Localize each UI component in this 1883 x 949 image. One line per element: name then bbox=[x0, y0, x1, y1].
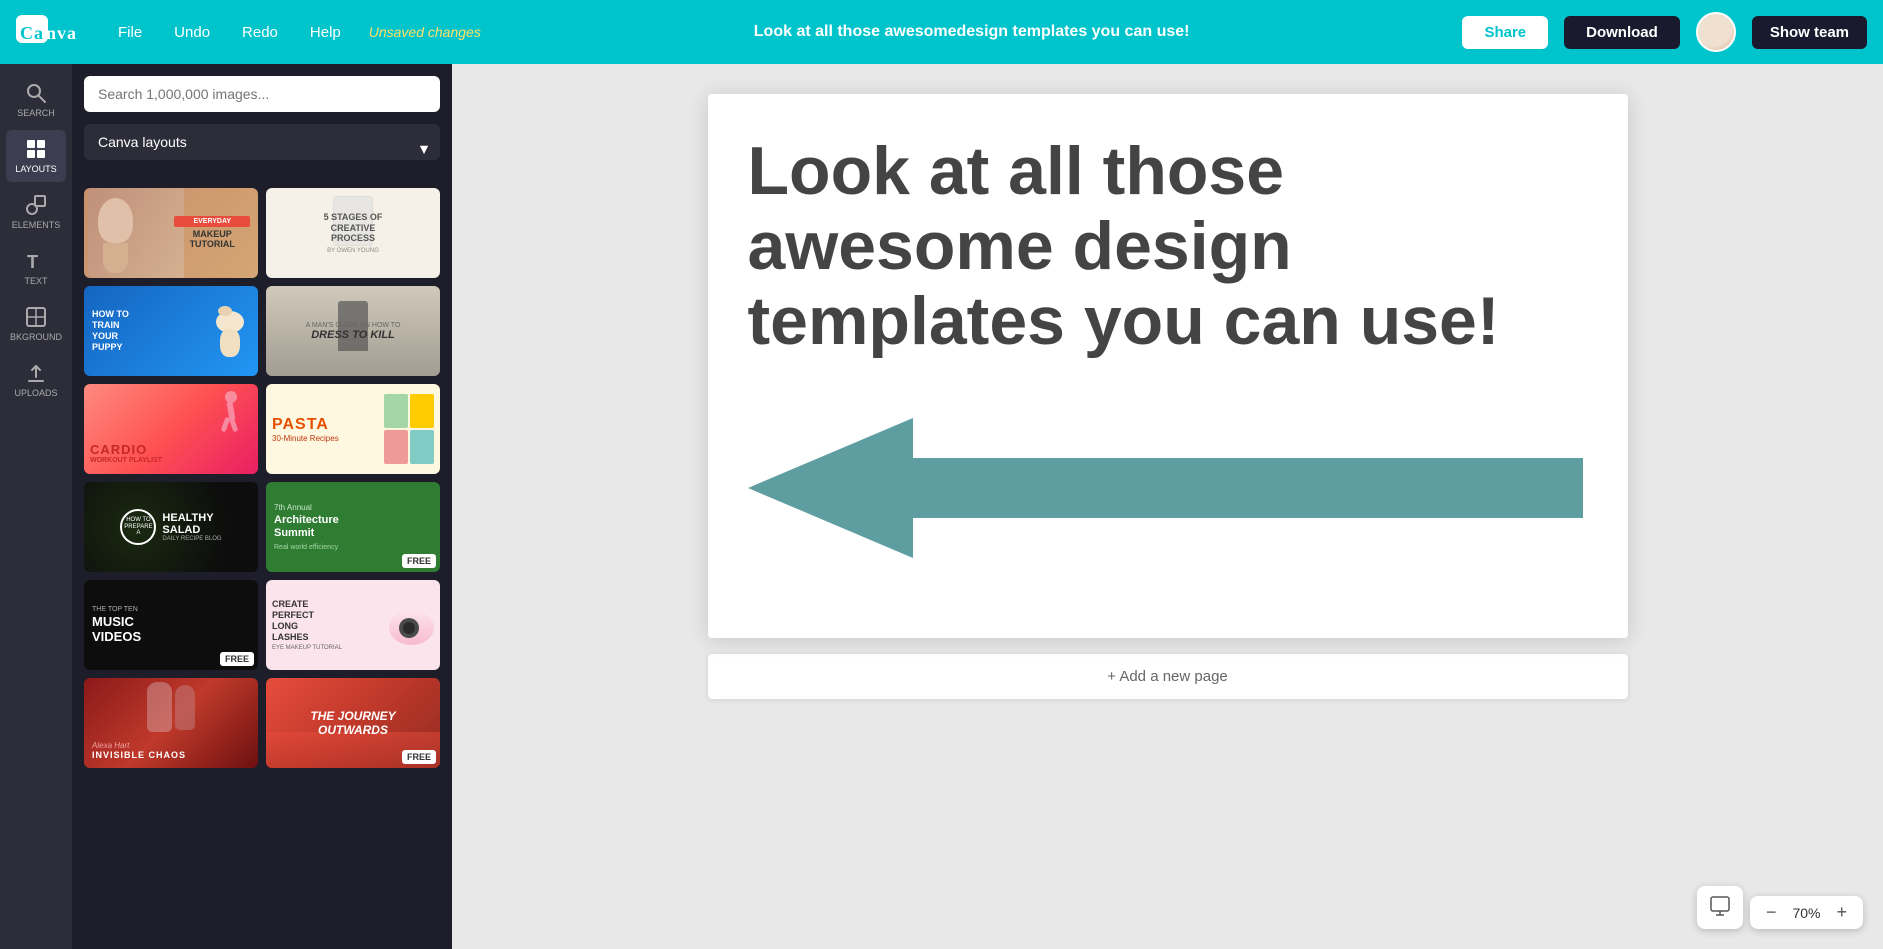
template-card-creative[interactable]: 5 STAGES OFCREATIVEPROCESS BY OWEN YOUNG bbox=[266, 188, 440, 278]
sidebar-item-uploads[interactable]: UPLOADS bbox=[6, 354, 66, 406]
sidebar-item-layouts[interactable]: LAYOUTS bbox=[6, 130, 66, 182]
template-card-makeup[interactable]: EVERYDAY MAKEUPTUTORIAL bbox=[84, 188, 258, 278]
layout-dropdown[interactable]: Canva layouts bbox=[84, 124, 440, 160]
download-button[interactable]: Download bbox=[1564, 16, 1680, 49]
topbar: Ca nva File Undo Redo Help Unsaved chang… bbox=[0, 0, 1883, 64]
present-icon[interactable] bbox=[1697, 886, 1743, 929]
zoom-level-display: 70% bbox=[1786, 905, 1826, 921]
template-card-puppy[interactable]: HOW TOTRAINYOURPUPPY bbox=[84, 286, 258, 376]
template-card-salad[interactable]: HOW TOPREPARE A HEALTHYSALAD DAILY RECIP… bbox=[84, 482, 258, 572]
template-card-pasta[interactable]: PASTA 30-Minute Recipes bbox=[266, 384, 440, 474]
template-card-arch[interactable]: 7th Annual ArchitectureSummit Real world… bbox=[266, 482, 440, 572]
sidebar-item-background[interactable]: BKGROUND bbox=[6, 298, 66, 350]
unsaved-changes-label: Unsaved changes bbox=[369, 24, 481, 40]
layout-dropdown-wrapper: Canva layouts ▾ bbox=[84, 124, 440, 174]
template-card-lashes[interactable]: CREATEPERFECTLONGLASHES EYE MAKEUP TUTOR… bbox=[266, 580, 440, 670]
help-button[interactable]: Help bbox=[302, 20, 349, 45]
add-page-button[interactable]: + Add a new page bbox=[708, 654, 1628, 699]
template-card-cardio[interactable]: CARDIO WORKOUT PLAYLIST bbox=[84, 384, 258, 474]
svg-text:nva: nva bbox=[46, 23, 77, 43]
canvas-main-text: Look at all those awesome design templat… bbox=[748, 134, 1588, 358]
sidebar-item-text[interactable]: T TEXT bbox=[6, 242, 66, 294]
template-card-invisible[interactable]: Alexa Hart INVISIBLE CHAOS bbox=[84, 678, 258, 768]
share-button[interactable]: Share bbox=[1462, 16, 1548, 49]
left-sidebar: SEARCH LAYOUTS ELEMENTS T TEXT BKGROUND bbox=[0, 64, 72, 949]
template-card-music[interactable]: THE TOP TEN MUSICVIDEOS FREE bbox=[84, 580, 258, 670]
template-card-dress[interactable]: A MAN'S GUIDE ON HOW TO DRESS TO KILL bbox=[266, 286, 440, 376]
show-team-button[interactable]: Show team bbox=[1752, 16, 1867, 49]
undo-button[interactable]: Undo bbox=[166, 20, 218, 45]
avatar[interactable] bbox=[1696, 12, 1736, 52]
panel: Canva layouts ▾ EVERYDAY MAKEUPTUTORIAL bbox=[72, 64, 452, 949]
zoom-in-button[interactable]: + bbox=[1832, 902, 1851, 923]
search-input[interactable] bbox=[84, 76, 440, 112]
svg-text:T: T bbox=[27, 252, 38, 272]
main-area: Look at all those awesome design templat… bbox=[452, 64, 1883, 949]
zoom-controls: − 70% + bbox=[1750, 896, 1863, 929]
redo-button[interactable]: Redo bbox=[234, 20, 286, 45]
free-badge-arch: FREE bbox=[402, 554, 436, 568]
arrow-shape bbox=[748, 378, 1588, 598]
center-message: Look at all those awesomedesign template… bbox=[497, 23, 1447, 41]
templates-grid: EVERYDAY MAKEUPTUTORIAL 5 STAGES OFCREAT… bbox=[84, 188, 440, 768]
file-menu[interactable]: File bbox=[110, 20, 150, 45]
canvas[interactable]: Look at all those awesome design templat… bbox=[708, 94, 1628, 638]
svg-text:Ca: Ca bbox=[20, 23, 44, 43]
sidebar-item-elements[interactable]: ELEMENTS bbox=[6, 186, 66, 238]
zoom-out-button[interactable]: − bbox=[1762, 902, 1781, 923]
sidebar-item-search[interactable]: SEARCH bbox=[6, 74, 66, 126]
template-card-journey[interactable]: THE JOURNEYOUTWARDS FREE bbox=[266, 678, 440, 768]
free-badge-journey: FREE bbox=[402, 750, 436, 764]
free-badge-music: FREE bbox=[220, 652, 254, 666]
logo: Ca nva bbox=[16, 11, 86, 53]
